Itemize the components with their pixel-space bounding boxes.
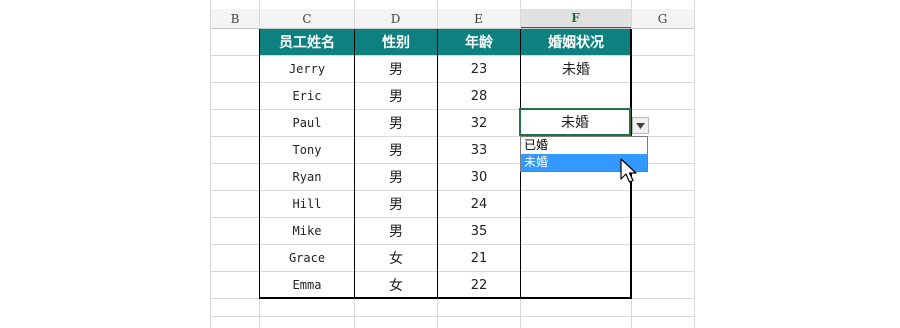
dropdown-option-married[interactable]: 已婚 (521, 137, 647, 154)
column-header-b[interactable]: B (210, 9, 260, 29)
table-border (259, 297, 632, 299)
cell-gender[interactable]: 男 (355, 83, 437, 109)
cell-age[interactable]: 23 (438, 56, 520, 82)
cell-marital-status[interactable] (521, 191, 631, 217)
spreadsheet-grid: B C D E F G 员工姓名 性别 年龄 婚姻状况 Jerry 男 23 未婚 Er… (0, 0, 900, 328)
cell-gender[interactable]: 男 (355, 137, 437, 163)
header-cell-gender[interactable]: 性别 (355, 29, 437, 55)
gridline (210, 0, 211, 328)
cell-name[interactable]: Ryan (260, 164, 354, 190)
cell-gender[interactable]: 男 (355, 110, 437, 136)
dropdown-arrow-icon (636, 122, 645, 129)
cell-marital-status[interactable]: 未婚 (521, 56, 631, 82)
cell-age[interactable]: 32 (438, 110, 520, 136)
cell-marital-status[interactable] (521, 83, 631, 109)
cell-gender[interactable]: 女 (355, 272, 437, 298)
table-border (437, 29, 438, 298)
column-header-c[interactable]: C (260, 9, 354, 29)
cell-gender[interactable]: 男 (355, 191, 437, 217)
cell-marital-status[interactable] (521, 272, 631, 298)
column-header-f[interactable]: F (520, 9, 631, 29)
cell-age[interactable]: 28 (438, 83, 520, 109)
cell-name[interactable]: Paul (260, 110, 354, 136)
cell-name[interactable]: Hill (260, 191, 354, 217)
cell-gender[interactable]: 男 (355, 218, 437, 244)
mouse-pointer-icon (620, 158, 637, 183)
table-border (354, 29, 355, 298)
cell-age[interactable]: 33 (438, 137, 520, 163)
cell-marital-status[interactable] (521, 245, 631, 271)
active-cell-f[interactable]: 未婚 (519, 108, 631, 136)
cell-age[interactable]: 35 (438, 218, 520, 244)
header-cell-marital-status[interactable]: 婚姻状况 (521, 29, 631, 55)
cell-name[interactable]: Jerry (260, 56, 354, 82)
cell-gender[interactable]: 男 (355, 56, 437, 82)
cell-name[interactable]: Eric (260, 83, 354, 109)
cell-gender[interactable]: 女 (355, 245, 437, 271)
gridline (694, 0, 695, 328)
cell-age[interactable]: 24 (438, 191, 520, 217)
header-cell-age[interactable]: 年龄 (438, 29, 520, 55)
cell-age[interactable]: 30 (438, 164, 520, 190)
cell-age[interactable]: 21 (438, 245, 520, 271)
cell-name[interactable]: Emma (260, 272, 354, 298)
dropdown-arrow-button[interactable] (632, 117, 649, 134)
cell-gender[interactable]: 男 (355, 164, 437, 190)
cell-marital-status[interactable] (521, 218, 631, 244)
header-cell-employee-name[interactable]: 员工姓名 (260, 29, 354, 55)
column-header-g[interactable]: G (631, 9, 694, 29)
cell-age[interactable]: 22 (438, 272, 520, 298)
column-header-d[interactable]: D (354, 9, 437, 29)
cell-name[interactable]: Mike (260, 218, 354, 244)
cell-name[interactable]: Grace (260, 245, 354, 271)
table-border (259, 29, 260, 298)
gridline (210, 316, 694, 317)
column-header-e[interactable]: E (437, 9, 520, 29)
cell-name[interactable]: Tony (260, 137, 354, 163)
